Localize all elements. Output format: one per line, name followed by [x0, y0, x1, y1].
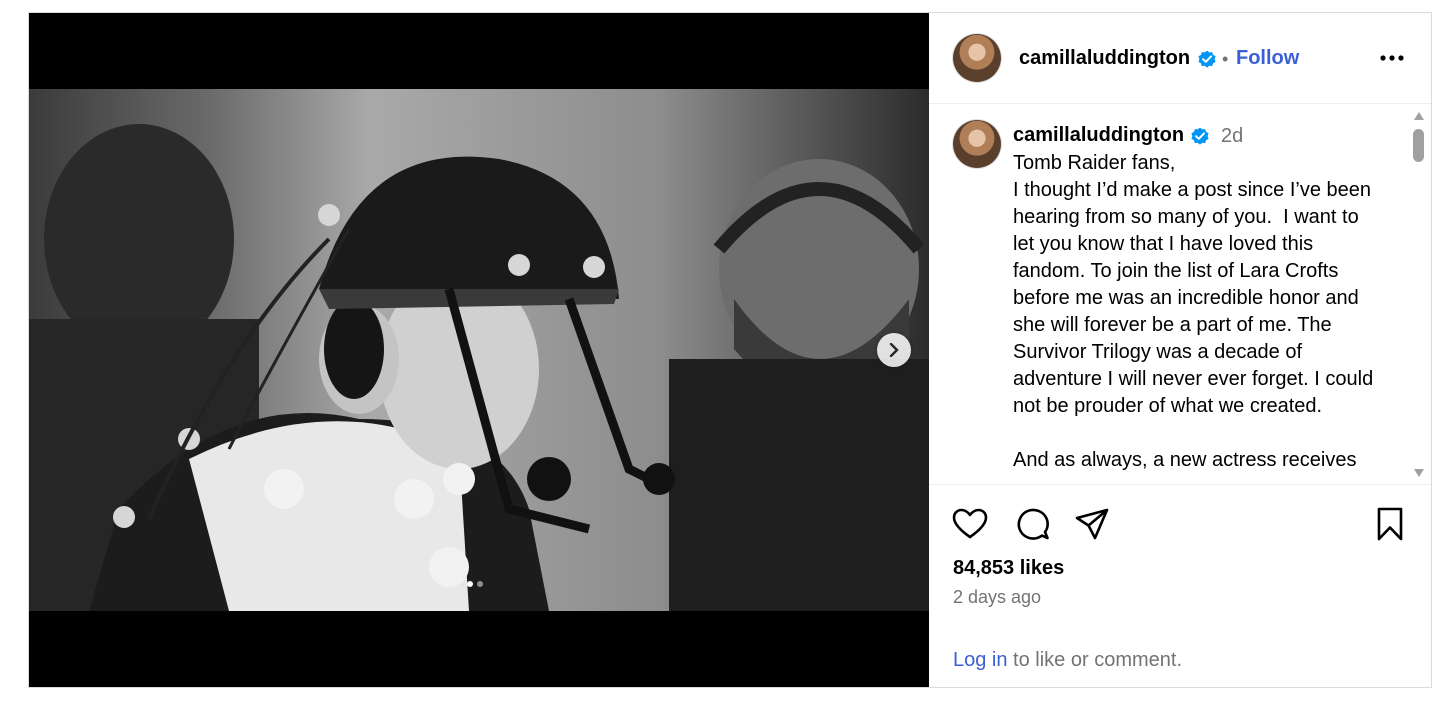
next-slide-button[interactable] — [877, 333, 911, 367]
login-prompt: Log in to like or comment. — [953, 649, 1182, 672]
scroll-down-arrow-icon[interactable] — [1414, 469, 1424, 477]
verified-badge-icon — [1191, 127, 1209, 145]
bookmark-icon[interactable] — [1371, 505, 1409, 543]
carousel-dots — [467, 581, 483, 587]
scrollbar-thumb[interactable] — [1413, 129, 1424, 162]
likes-count[interactable]: 84,853 likes — [953, 557, 1064, 580]
caption-text: Tomb Raider fans, I thought I’d make a p… — [1013, 152, 1374, 471]
caption-scrollbar[interactable] — [1411, 112, 1425, 477]
caption-timestamp[interactable]: 2d — [1221, 125, 1243, 148]
heart-icon[interactable] — [951, 505, 989, 543]
caption-username-link[interactable]: camillaluddington — [1013, 124, 1184, 147]
photo-illustration — [29, 124, 929, 611]
separator-dot: • — [1222, 49, 1229, 69]
username-link[interactable]: camillaluddington — [1019, 47, 1190, 70]
carousel-dot-active — [467, 581, 473, 587]
send-icon[interactable] — [1073, 505, 1111, 543]
caption-section[interactable]: camillaluddington 2d Tomb Raider fans, I… — [929, 104, 1431, 485]
post-timestamp[interactable]: 2 days ago — [953, 587, 1041, 608]
post-sidebar: camillaluddington • Follow camillaluddin… — [929, 13, 1431, 687]
more-horizontal-icon[interactable] — [1377, 45, 1407, 71]
action-bar — [929, 485, 1431, 565]
post-card: camillaluddington • Follow camillaluddin… — [28, 12, 1432, 688]
login-link[interactable]: Log in — [953, 649, 1008, 671]
post-media[interactable] — [29, 13, 929, 687]
post-photo — [29, 89, 929, 611]
carousel-dot — [477, 581, 483, 587]
follow-button[interactable]: Follow — [1236, 47, 1299, 70]
login-prompt-text: to like or comment. — [1007, 649, 1183, 671]
scroll-up-arrow-icon[interactable] — [1414, 112, 1424, 120]
caption-avatar[interactable] — [953, 120, 1001, 168]
post-header: camillaluddington • Follow — [929, 13, 1431, 104]
verified-badge-icon — [1198, 50, 1216, 68]
chevron-right-icon — [889, 343, 899, 357]
comment-icon[interactable] — [1013, 505, 1051, 543]
avatar[interactable] — [953, 34, 1001, 82]
